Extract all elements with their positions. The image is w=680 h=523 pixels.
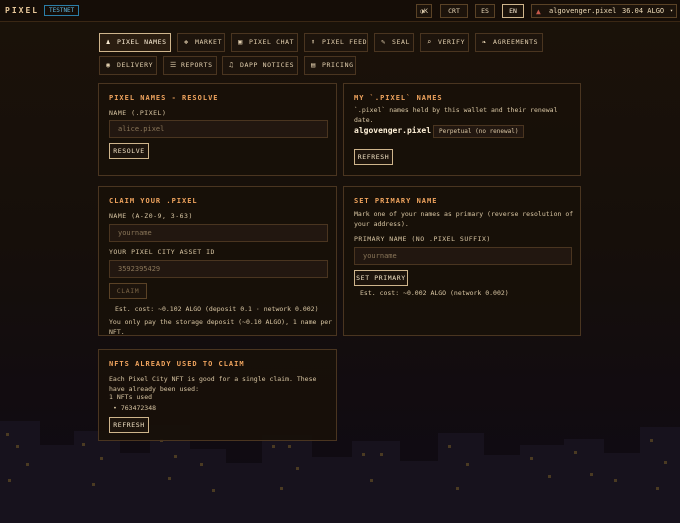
set-primary-panel: SET PRIMARY NAME Mark one of your names … [343, 186, 581, 336]
nfts-used-description: Each Pixel City NFT is good for a single… [109, 375, 317, 393]
nfts-used-panel: NFTS ALREADY USED TO CLAIM Each Pixel Ci… [98, 349, 337, 441]
reports-icon: ☰ [170, 61, 177, 69]
network-badge: TESTNET [44, 5, 80, 16]
claim-panel: CLAIM YOUR .PIXEL NAME (A-Z0-9, 3-63) yo… [98, 186, 337, 336]
primary-name-input[interactable]: yourname [354, 247, 572, 265]
my-names-panel: MY `.PIXEL` NAMES `.pixel` names held by… [343, 83, 581, 176]
resolve-button[interactable]: RESOLVE [109, 143, 149, 159]
tab-delivery[interactable]: ◉ DELIVERY [99, 56, 157, 75]
tab-verify[interactable]: ⌕ VERIFY [420, 33, 469, 52]
nfts-used-title: NFTS ALREADY USED TO CLAIM [109, 360, 245, 368]
language-en-button[interactable]: EN [502, 4, 524, 18]
renewal-status-badge: Perpetual (no renewal) [433, 125, 525, 138]
nft-asset-id: 763472348 [120, 404, 157, 412]
chat-icon: ▣ [238, 38, 243, 46]
asset-id-input[interactable]: 3592395429 [109, 260, 328, 278]
tab-reports[interactable]: ☰ REPORTS [163, 56, 217, 75]
tab-pixel-feed[interactable]: ⬆ PIXEL FEED [304, 33, 368, 52]
wallet-icon: ▲ [536, 7, 541, 16]
delivery-icon: ◉ [106, 61, 111, 69]
tab-agreements[interactable]: ❧ AGREEMENTS [475, 33, 543, 52]
my-names-refresh-button[interactable]: REFRESH [354, 149, 393, 165]
wallet-menu-button[interactable]: ▲ algovenger.pixel 36.04 ALGO ▾ [531, 4, 677, 18]
crt-toggle-button[interactable]: CRT [440, 4, 468, 18]
nfts-used-refresh-button[interactable]: REFRESH [109, 417, 149, 433]
claim-note: You only pay the storage deposit (~0.10 … [109, 318, 333, 336]
bullet-icon: • [113, 404, 121, 412]
claim-cost: Est. cost: ~0.102 ALGO (deposit 0.1 · ne… [115, 305, 319, 313]
market-icon: ❖ [184, 38, 189, 46]
set-primary-description: Mark one of your names as primary (rever… [354, 210, 574, 228]
tab-market[interactable]: ❖ MARKET [177, 33, 225, 52]
resolve-name-input[interactable]: alice.pixel [109, 120, 328, 138]
wallet-balance: 36.04 ALGO [622, 7, 665, 15]
tab-pixel-chat[interactable]: ▣ PIXEL CHAT [231, 33, 298, 52]
nfts-used-count: 1 NFTs used [109, 393, 153, 401]
notices-icon: ♫ [229, 61, 234, 69]
tab-pricing[interactable]: ▤ PRICING [304, 56, 356, 75]
contrast-toggle-button[interactable]: ◑K [416, 4, 432, 18]
wallet-name: algovenger.pixel [549, 7, 617, 15]
app-logo[interactable]: PIXEL [5, 6, 39, 15]
claim-title: CLAIM YOUR .PIXEL [109, 197, 198, 205]
nft-list-item: • 763472348 [113, 404, 156, 414]
primary-name-label: PRIMARY NAME (NO .PIXEL SUFFIX) [354, 235, 491, 243]
pricing-icon: ▤ [311, 61, 316, 69]
chevron-down-icon: ▾ [670, 8, 674, 14]
set-primary-title: SET PRIMARY NAME [354, 197, 438, 205]
resolve-panel: PIXEL NAMES - RESOLVE NAME (.PIXEL) alic… [98, 83, 337, 176]
top-bar: PIXEL TESTNET ◑K CRT ES EN ▲ algovenger.… [0, 0, 680, 22]
user-icon: ♟ [106, 38, 111, 46]
tab-dapp-notices[interactable]: ♫ DAPP NOTICES [222, 56, 298, 75]
tab-pixel-names[interactable]: ♟ PIXEL NAMES [99, 33, 171, 52]
feed-icon: ⬆ [311, 38, 316, 46]
handshake-icon: ❧ [482, 38, 487, 46]
set-primary-cost: Est. cost: ~0.002 ALGO (network 0.002) [360, 289, 509, 297]
tab-seal[interactable]: ✎ SEAL [374, 33, 414, 52]
seal-icon: ✎ [381, 38, 386, 46]
my-names-title: MY `.PIXEL` NAMES [354, 94, 443, 102]
claim-button[interactable]: CLAIM [109, 283, 147, 299]
my-names-description: `.pixel` names held by this wallet and t… [354, 106, 558, 124]
claim-name-label: NAME (A-Z0-9, 3-63) [109, 212, 193, 220]
search-icon: ⌕ [427, 38, 432, 46]
resolve-title: PIXEL NAMES - RESOLVE [109, 94, 219, 102]
resolve-name-label: NAME (.PIXEL) [109, 109, 167, 117]
set-primary-button[interactable]: SET PRIMARY [354, 270, 408, 286]
owned-name: algovenger.pixel [354, 126, 432, 135]
claim-name-input[interactable]: yourname [109, 224, 328, 242]
language-es-button[interactable]: ES [475, 4, 495, 18]
asset-id-label: YOUR PIXEL CITY ASSET ID [109, 248, 215, 256]
